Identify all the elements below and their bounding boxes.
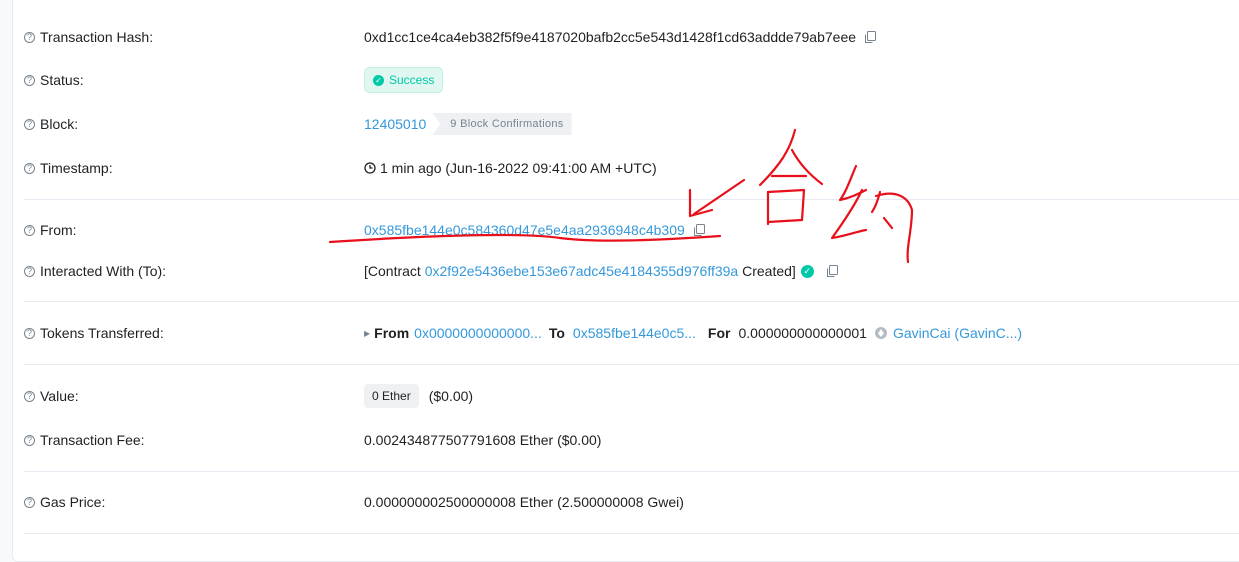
label-tokens-transferred: ? Tokens Transferred: — [24, 325, 164, 341]
question-icon[interactable]: ? — [24, 162, 35, 174]
divider — [24, 199, 1239, 200]
from-address-link[interactable]: 0x585fbe144e0c584360d47e5e4aa2936948c4b3… — [364, 222, 685, 238]
copy-icon[interactable] — [826, 264, 839, 278]
timestamp-value: 1 min ago (Jun-16-2022 09:41:00 AM +UTC) — [380, 160, 657, 176]
divider — [24, 471, 1239, 472]
divider — [24, 533, 1239, 534]
question-icon[interactable]: ? — [24, 496, 35, 508]
label-transaction-hash: ? Transaction Hash: — [24, 29, 153, 45]
token-from-address-link[interactable]: 0x0000000000000... — [414, 325, 542, 341]
check-circle-icon: ✓ — [373, 74, 384, 86]
verified-icon: ✓ — [800, 264, 814, 278]
row-transaction-hash: ? Transaction Hash: 0xd1cc1ce4ca4eb382f5… — [24, 26, 1239, 48]
label-timestamp: ? Timestamp: — [24, 160, 113, 176]
label-interacted-with: ? Interacted With (To): — [24, 263, 166, 279]
label-block: ? Block: — [24, 116, 78, 132]
value-ether-badge: 0 Ether — [364, 384, 419, 408]
copy-icon[interactable] — [864, 30, 877, 44]
question-icon[interactable]: ? — [24, 31, 35, 43]
transaction-fee-value: 0.002434877507791608 Ether ($0.00) — [364, 432, 602, 448]
divider — [24, 301, 1239, 302]
token-amount: 0.000000000000001 — [738, 325, 867, 341]
divider — [24, 364, 1239, 365]
row-transaction-fee: ? Transaction Fee: 0.002434877507791608 … — [24, 429, 1239, 451]
caret-right-icon: ▶ — [364, 328, 371, 338]
row-tokens-transferred: ? Tokens Transferred: ▶ From 0x000000000… — [24, 322, 1239, 344]
ether-token-icon — [874, 327, 887, 339]
question-icon[interactable]: ? — [24, 265, 35, 277]
question-icon[interactable]: ? — [24, 390, 35, 402]
label-from: ? From: — [24, 222, 77, 238]
label-value: ? Value: — [24, 388, 79, 404]
block-number-link[interactable]: 12405010 — [364, 116, 426, 132]
question-icon[interactable]: ? — [24, 74, 35, 86]
question-icon[interactable]: ? — [24, 118, 35, 130]
question-icon[interactable]: ? — [24, 327, 35, 339]
clock-icon — [364, 162, 376, 174]
token-to-address-link[interactable]: 0x585fbe144e0c5... — [573, 325, 696, 341]
question-icon[interactable]: ? — [24, 224, 35, 236]
row-from: ? From: 0x585fbe144e0c584360d47e5e4aa293… — [24, 219, 1239, 241]
row-value: ? Value: 0 Ether ($0.00) — [24, 384, 1239, 408]
row-block: ? Block: 12405010 9 Block Confirmations — [24, 113, 1239, 135]
row-timestamp: ? Timestamp: 1 min ago (Jun-16-2022 09:4… — [24, 157, 1239, 179]
gas-price-value: 0.000000002500000008 Ether (2.500000008 … — [364, 494, 684, 510]
row-interacted-with: ? Interacted With (To): [Contract 0x2f92… — [24, 260, 1239, 282]
transaction-hash-value: 0xd1cc1ce4ca4eb382f5f9e4187020bafb2cc5e5… — [364, 29, 857, 45]
copy-icon[interactable] — [693, 223, 706, 237]
value-usd: ($0.00) — [428, 388, 474, 404]
label-transaction-fee: ? Transaction Fee: — [24, 432, 145, 448]
token-name-link[interactable]: GavinCai (GavinC...) — [893, 325, 1022, 341]
row-gas-price: ? Gas Price: 0.000000002500000008 Ether … — [24, 491, 1239, 513]
question-icon[interactable]: ? — [24, 434, 35, 446]
row-status: ? Status: ✓ Success — [24, 67, 1239, 93]
block-confirmations-badge: 9 Block Confirmations — [432, 113, 572, 135]
label-gas-price: ? Gas Price: — [24, 494, 105, 510]
status-badge: ✓ Success — [364, 67, 444, 93]
label-status: ? Status: — [24, 72, 84, 88]
contract-address-link[interactable]: 0x2f92e5436ebe153e67adc45e4184355d976ff3… — [425, 263, 739, 279]
